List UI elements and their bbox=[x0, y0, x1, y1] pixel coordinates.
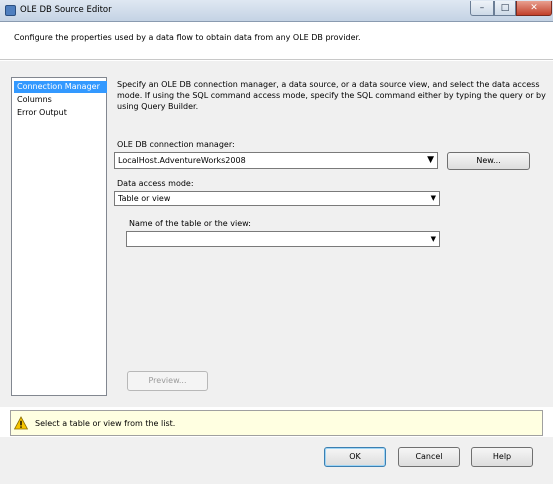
window-title: OLE DB Source Editor bbox=[20, 5, 112, 15]
new-connection-button[interactable]: New... bbox=[447, 152, 530, 170]
table-name-label: Name of the table or the view: bbox=[129, 219, 251, 228]
connection-manager-value: LocalHost.AdventureWorks2008 bbox=[118, 156, 246, 165]
dropdown-arrow-icon: ▼ bbox=[427, 155, 434, 165]
minimize-button[interactable]: – bbox=[470, 1, 494, 16]
ok-button[interactable]: OK bbox=[324, 447, 386, 467]
nav-item-columns[interactable]: Columns bbox=[14, 94, 107, 106]
maximize-button[interactable]: □ bbox=[494, 1, 516, 16]
status-message-bar: Select a table or view from the list. bbox=[10, 410, 543, 436]
close-button[interactable]: ✕ bbox=[516, 1, 552, 16]
data-access-mode-combo[interactable]: Table or view ▼ bbox=[114, 191, 440, 206]
connection-manager-label: OLE DB connection manager: bbox=[117, 140, 235, 149]
connection-manager-combo[interactable]: LocalHost.AdventureWorks2008 ▼ bbox=[114, 152, 438, 169]
page-description: Specify an OLE DB connection manager, a … bbox=[117, 80, 546, 111]
nav-item-connection-manager[interactable]: Connection Manager bbox=[14, 81, 107, 93]
warning-icon bbox=[14, 416, 28, 430]
cancel-button[interactable]: Cancel bbox=[398, 447, 460, 467]
help-button[interactable]: Help bbox=[471, 447, 533, 467]
table-name-combo[interactable]: ▼ bbox=[126, 231, 440, 247]
app-icon bbox=[5, 5, 16, 16]
data-access-mode-value: Table or view bbox=[118, 194, 171, 203]
header-description: Configure the properties used by a data … bbox=[14, 33, 361, 42]
dropdown-arrow-icon: ▼ bbox=[430, 194, 436, 202]
page-navigation-list: Connection Manager Columns Error Output bbox=[11, 77, 107, 396]
status-message: Select a table or view from the list. bbox=[35, 419, 176, 428]
nav-item-error-output[interactable]: Error Output bbox=[14, 107, 107, 119]
data-access-mode-label: Data access mode: bbox=[117, 179, 194, 188]
preview-button[interactable]: Preview... bbox=[127, 371, 208, 391]
dropdown-arrow-icon: ▼ bbox=[430, 235, 436, 243]
